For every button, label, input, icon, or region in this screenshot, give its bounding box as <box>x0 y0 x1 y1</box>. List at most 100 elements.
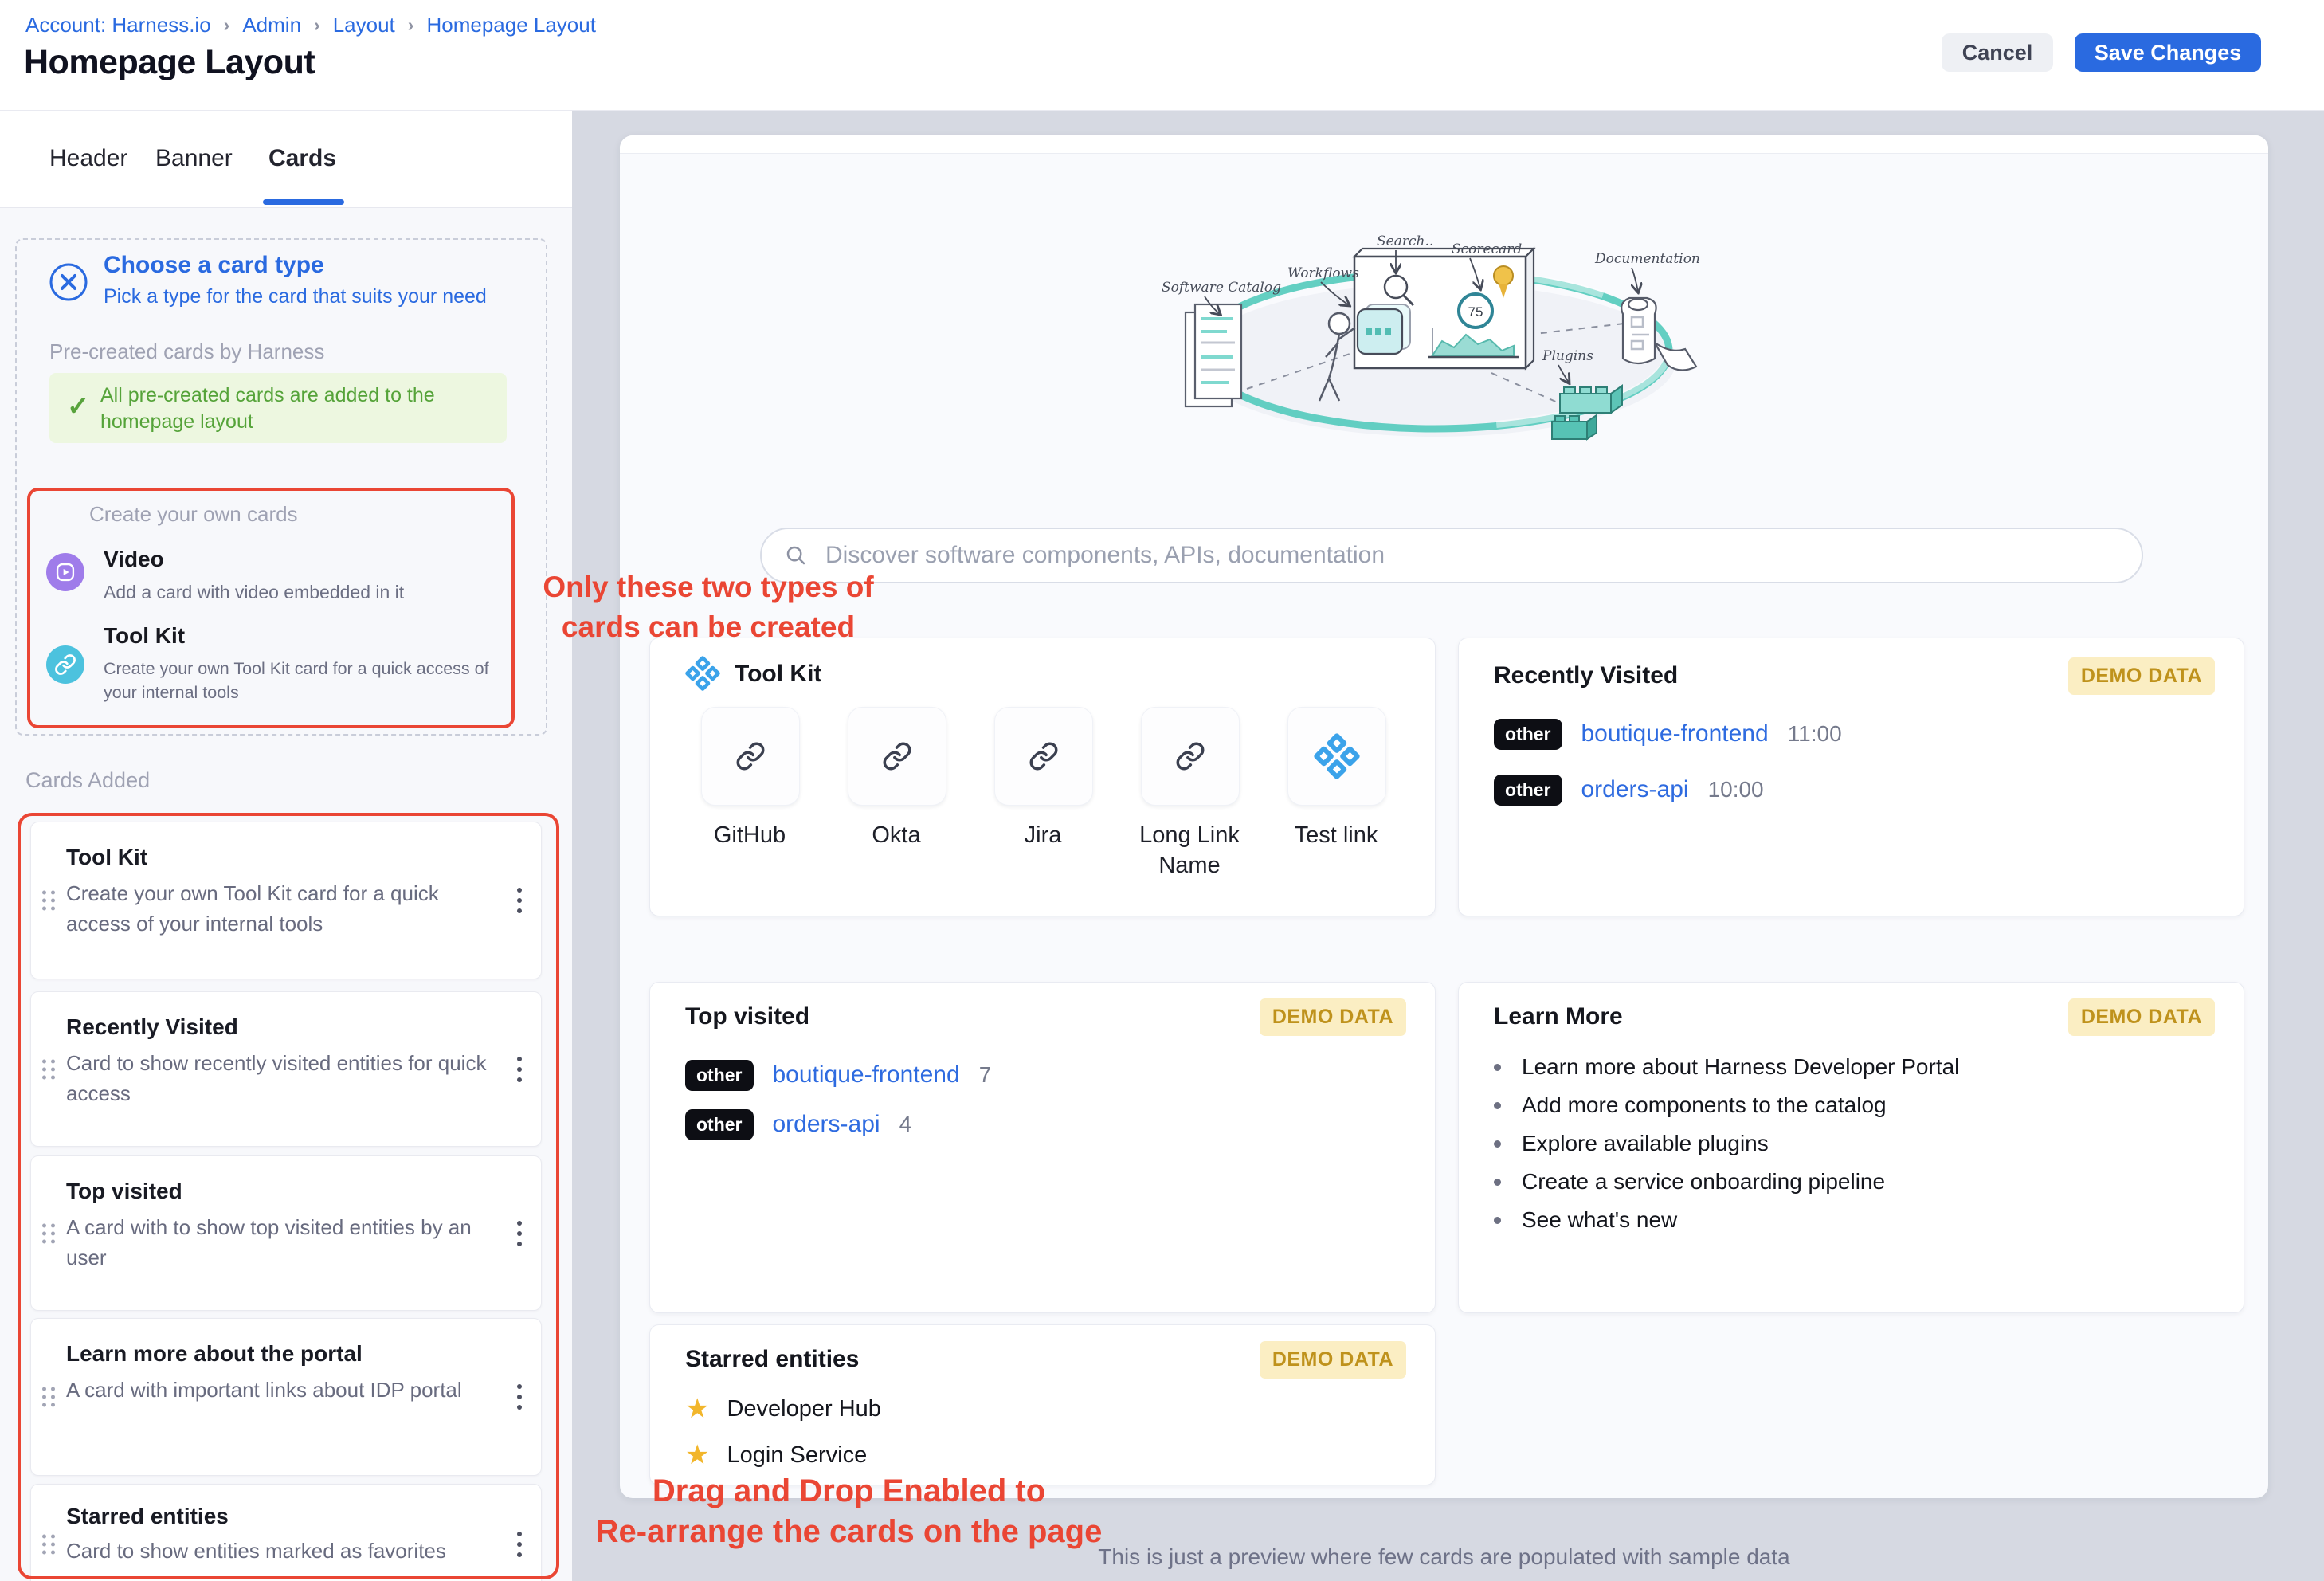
preview-footer-note: This is just a preview where few cards a… <box>620 1544 2268 1570</box>
starred-entity-link[interactable]: Developer Hub <box>727 1396 880 1422</box>
breadcrumb-homepage-layout[interactable]: Homepage Layout <box>426 13 595 37</box>
learn-more-item: Learn more about Harness Developer Porta… <box>1494 1049 1959 1085</box>
portal-board: 75 <box>1354 249 1534 368</box>
kebab-menu-icon[interactable] <box>511 1525 528 1563</box>
learn-more-link[interactable]: Create a service onboarding pipeline <box>1522 1169 1885 1195</box>
added-card-description: A card with important links about IDP po… <box>66 1375 488 1405</box>
toolkit-tile-okta[interactable] <box>848 707 946 806</box>
entity-link[interactable]: orders-api <box>773 1111 880 1138</box>
breadcrumb-admin[interactable]: Admin <box>242 13 301 37</box>
entity-link[interactable]: orders-api <box>1581 776 1689 803</box>
video-play-icon <box>46 553 84 591</box>
entity-link[interactable]: boutique-frontend <box>1581 720 1769 747</box>
kebab-menu-icon[interactable] <box>511 1050 528 1089</box>
entity-time: 10:00 <box>1708 777 1764 802</box>
bullet-icon <box>1494 1179 1501 1186</box>
star-icon: ★ <box>685 1442 709 1469</box>
tab-strip: Header Banner Cards <box>0 110 572 208</box>
learn-more-link[interactable]: Explore available plugins <box>1522 1131 1769 1156</box>
starred-entity-link[interactable]: Login Service <box>727 1442 867 1469</box>
kebab-menu-icon[interactable] <box>511 1214 528 1253</box>
added-card-description: Card to show recently visited entities f… <box>66 1048 488 1108</box>
learn-more-item: See what's new <box>1494 1202 1677 1238</box>
entity-kind-tag: other <box>1494 719 1562 750</box>
close-circle-icon[interactable] <box>48 261 89 303</box>
toolkit-tile-long-link-name[interactable] <box>1141 707 1240 806</box>
top-visited-row: other orders-api 4 <box>685 1105 911 1144</box>
illustration-label-documentation: Documentation <box>1594 251 1700 267</box>
breadcrumb-layout[interactable]: Layout <box>333 13 395 37</box>
preview-card-learn-more: Learn More DEMO DATA Learn more about Ha… <box>1458 982 2244 1313</box>
illustration-label-plugins: Plugins <box>1542 348 1593 364</box>
added-card-title: Tool Kit <box>66 845 147 870</box>
kebab-menu-icon[interactable] <box>511 1378 528 1416</box>
entity-count: 4 <box>899 1112 912 1137</box>
video-option-description: Add a card with video embedded in it <box>104 580 502 604</box>
added-card-description: Card to show entities marked as favorite… <box>66 1536 488 1566</box>
demo-data-badge: DEMO DATA <box>1260 1341 1406 1379</box>
added-card-tool-kit[interactable]: Tool Kit Create your own Tool Kit card f… <box>30 822 542 979</box>
choose-card-type-title: Choose a card type <box>104 252 324 279</box>
video-option[interactable]: Video <box>104 547 164 572</box>
added-card-top-visited[interactable]: Top visited A card with to show top visi… <box>30 1155 542 1311</box>
toolkit-option-description: Create your own Tool Kit card for a quic… <box>104 657 506 704</box>
toolkit-tile-jira[interactable] <box>994 707 1093 806</box>
demo-data-badge: DEMO DATA <box>1260 998 1406 1036</box>
choose-card-type-subtitle: Pick a type for the card that suits your… <box>104 285 487 308</box>
discover-search-input[interactable] <box>824 541 2119 570</box>
preview-card-recently-visited: Recently Visited DEMO DATA other boutiqu… <box>1458 638 2244 916</box>
illustration-label-scorecard: Scorecard <box>1452 241 1522 257</box>
toolkit-tile-github[interactable] <box>701 707 800 806</box>
added-card-description: Create your own Tool Kit card for a quic… <box>66 878 488 939</box>
breadcrumb-account[interactable]: Account: Harness.io <box>25 13 211 37</box>
added-card-recently-visited[interactable]: Recently Visited Card to show recently v… <box>30 991 542 1147</box>
learn-more-item: Add more components to the catalog <box>1494 1088 1887 1123</box>
top-visited-title: Top visited <box>685 1003 809 1030</box>
kebab-menu-icon[interactable] <box>511 881 528 920</box>
added-card-starred-entities[interactable]: Starred entities Card to show entities m… <box>30 1484 542 1581</box>
save-changes-button[interactable]: Save Changes <box>2075 33 2261 72</box>
added-card-learn-more[interactable]: Learn more about the portal A card with … <box>30 1318 542 1476</box>
entity-link[interactable]: boutique-frontend <box>773 1061 960 1089</box>
learn-more-item: Explore available plugins <box>1494 1126 1769 1161</box>
tab-header[interactable]: Header <box>49 110 127 207</box>
link-icon <box>46 645 84 684</box>
search-icon <box>784 543 808 567</box>
toolkit-option[interactable]: Tool Kit <box>104 623 185 649</box>
learn-more-link[interactable]: See what's new <box>1522 1207 1677 1233</box>
bullet-icon <box>1494 1217 1501 1224</box>
drag-handle-icon[interactable] <box>42 1535 56 1555</box>
cancel-button[interactable]: Cancel <box>1942 33 2053 72</box>
toolkit-card-title: Tool Kit <box>735 661 821 688</box>
entity-count: 7 <box>979 1062 992 1088</box>
homepage-preview-panel: 75 <box>620 135 2268 1498</box>
harness-diamond-icon <box>1314 733 1360 779</box>
check-icon: ✓ <box>67 390 90 422</box>
tab-cards[interactable]: Cards <box>268 110 336 207</box>
learn-more-link[interactable]: Add more components to the catalog <box>1522 1093 1887 1118</box>
cards-added-label: Cards Added <box>25 768 150 793</box>
drag-handle-icon[interactable] <box>42 1223 56 1243</box>
toolkit-tile-test-link[interactable] <box>1287 707 1386 806</box>
developer-portal-illustration: 75 <box>1115 215 1769 462</box>
precreated-success-message: All pre-created cards are added to the h… <box>100 382 488 435</box>
drag-handle-icon[interactable] <box>42 891 56 911</box>
learn-more-link[interactable]: Learn more about Harness Developer Porta… <box>1522 1054 1959 1080</box>
create-own-cards-label: Create your own cards <box>89 502 298 527</box>
chevron-right-icon: › <box>224 14 230 36</box>
drag-handle-icon[interactable] <box>42 1387 56 1407</box>
bullet-icon <box>1494 1102 1501 1109</box>
drag-handle-icon[interactable] <box>42 1059 56 1079</box>
toolkit-tile-label: Test link <box>1276 820 1396 850</box>
tab-banner[interactable]: Banner <box>155 110 233 207</box>
breadcrumb: Account: Harness.io › Admin › Layout › H… <box>25 13 596 37</box>
added-card-description: A card with to show top visited entities… <box>66 1212 488 1273</box>
added-card-title: Top visited <box>66 1179 182 1204</box>
discover-search-bar[interactable] <box>760 528 2143 583</box>
page-title: Homepage Layout <box>24 43 315 82</box>
toolkit-tile-label: GitHub <box>690 820 809 850</box>
active-tab-underline <box>263 199 344 205</box>
added-card-title: Recently Visited <box>66 1014 238 1040</box>
starred-entities-title: Starred entities <box>685 1346 859 1373</box>
page-header: Account: Harness.io › Admin › Layout › H… <box>0 0 2324 111</box>
